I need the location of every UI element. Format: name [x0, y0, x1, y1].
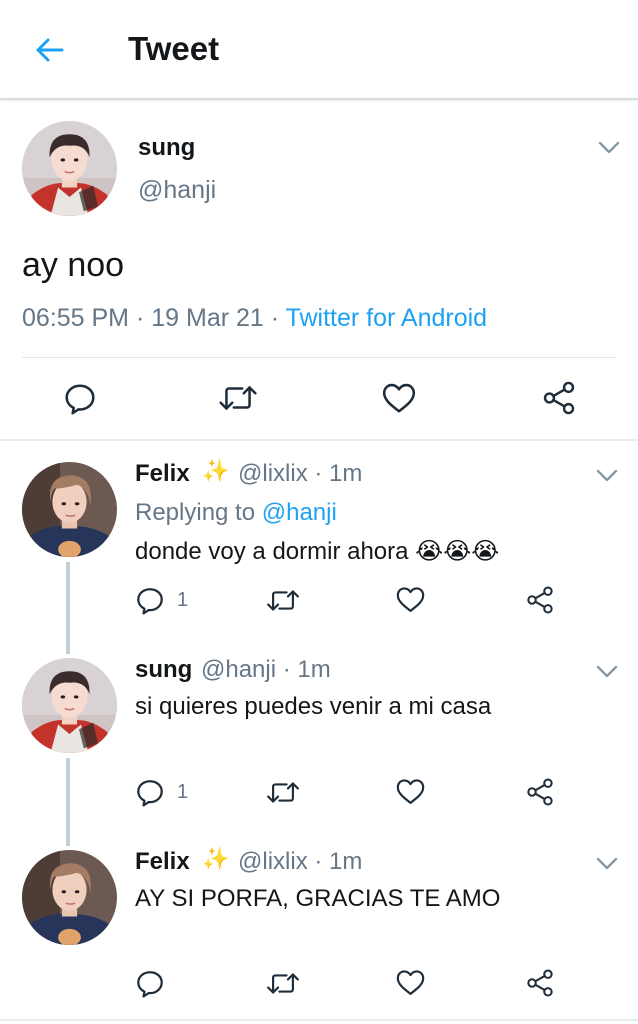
chevron-down-icon[interactable]: [596, 665, 618, 679]
reply-author-name[interactable]: Felix: [135, 848, 190, 876]
replying-prefix: Replying to: [135, 499, 256, 526]
reply-age: 1m: [329, 848, 363, 875]
replying-to-handle[interactable]: @hanji: [262, 499, 337, 526]
avatar-felix[interactable]: [22, 850, 117, 945]
reply-author-name[interactable]: Felix: [135, 460, 190, 488]
reply-icon[interactable]: [135, 968, 165, 1003]
reply-icon[interactable]: [135, 777, 165, 812]
chevron-down-icon[interactable]: [598, 141, 620, 155]
like-icon[interactable]: [395, 777, 426, 811]
like-icon[interactable]: [381, 381, 417, 420]
reply-count: 1: [177, 781, 189, 803]
author-name[interactable]: sung: [138, 134, 195, 162]
sparkles-icon: ✨: [202, 458, 230, 483]
reply-count: 1: [177, 589, 189, 611]
replying-to: Replying to @hanji: [135, 499, 337, 527]
sparkles-icon: ✨: [202, 846, 230, 871]
reply-text: si quieres puedes venir a mi casa: [135, 693, 492, 720]
reply-meta: @lixlix · 1m: [238, 460, 363, 487]
page-title: Tweet: [128, 30, 220, 67]
reply-handle[interactable]: @lixlix: [238, 460, 308, 487]
tweet-date: 19 Mar 21: [151, 304, 264, 332]
like-icon[interactable]: [395, 585, 426, 619]
chevron-down-icon[interactable]: [596, 469, 618, 483]
reply-age: 1m: [297, 656, 331, 683]
meta-separator: ·: [135, 304, 145, 332]
retweet-icon[interactable]: [265, 969, 301, 1003]
reply-meta: @lixlix · 1m: [238, 848, 363, 875]
reply-text: AY SI PORFA, GRACIAS TE AMO: [135, 885, 501, 912]
avatar-felix[interactable]: [22, 462, 117, 557]
tweet-source-link[interactable]: Twitter for Android: [286, 304, 487, 332]
retweet-icon[interactable]: [217, 381, 259, 420]
retweet-icon[interactable]: [265, 778, 301, 812]
thread-line: [66, 562, 70, 654]
tweet-time: 06:55 PM: [22, 304, 130, 332]
chevron-down-icon[interactable]: [596, 857, 618, 871]
tweet-meta: 06:55 PM · 19 Mar 21 · Twitter for Andro…: [22, 304, 487, 333]
tweet-text: ay noo: [22, 246, 125, 284]
share-icon[interactable]: [525, 585, 555, 620]
reply-age: 1m: [329, 460, 363, 487]
like-icon[interactable]: [395, 968, 426, 1002]
divider: [22, 357, 616, 358]
author-handle[interactable]: @hanji: [138, 176, 216, 205]
reply-author-name[interactable]: sung: [135, 656, 192, 684]
share-icon[interactable]: [541, 380, 577, 421]
share-icon[interactable]: [525, 777, 555, 812]
share-icon[interactable]: [525, 968, 555, 1003]
crying-emoji-icon: 😭😭😭: [415, 538, 500, 565]
reply-handle[interactable]: @lixlix: [238, 848, 308, 875]
reply-handle[interactable]: @hanji: [201, 656, 276, 683]
reply-icon[interactable]: [63, 381, 97, 420]
top-app-bar: Tweet: [0, 0, 638, 100]
back-arrow-icon[interactable]: [32, 32, 68, 68]
avatar-sung[interactable]: [22, 658, 117, 753]
avatar-sung[interactable]: [22, 121, 117, 216]
reply-text-body: donde voy a dormir ahora: [135, 538, 409, 565]
meta-separator: ·: [270, 304, 280, 332]
divider: [0, 439, 638, 441]
reply-text: donde voy a dormir ahora 😭😭😭: [135, 537, 499, 566]
reply-meta: @hanji · 1m: [201, 656, 331, 683]
retweet-icon[interactable]: [265, 586, 301, 620]
reply-icon[interactable]: [135, 585, 165, 620]
divider: [0, 1019, 638, 1021]
thread-line: [66, 758, 70, 846]
